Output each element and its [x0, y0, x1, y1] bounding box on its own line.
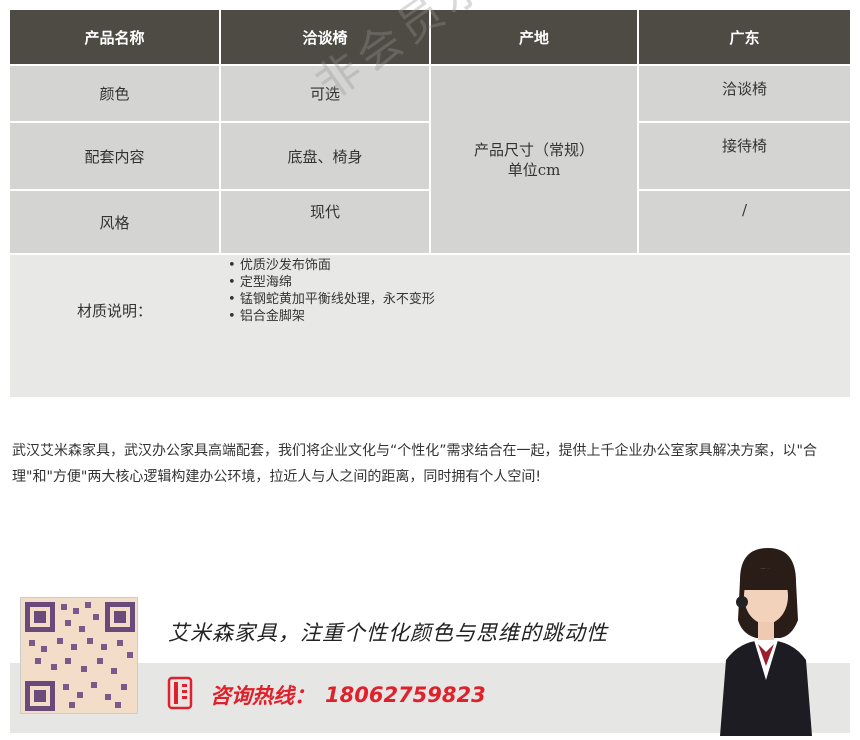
row-size-value-3: / [639, 191, 850, 253]
size-label-cell: 产品尺寸（常规） 单位cm [431, 66, 637, 253]
phone-icon [166, 676, 200, 714]
material-item: 优质沙发布饰面 [228, 257, 435, 274]
banner-slogan: 艾米森家具，注重个性化颜色与思维的跳动性 [168, 621, 608, 645]
hotline[interactable]: 咨询热线： 18062759823 [166, 676, 486, 714]
row-value-color: 可选 [221, 66, 429, 121]
material-item: 定型海绵 [228, 274, 435, 291]
material-list: 优质沙发布饰面 定型海绵 锰钢蛇黄加平衡线处理，永不变形 铝合金脚架 [228, 257, 435, 325]
header-product-name: 产品名称 [10, 10, 219, 64]
row-size-value-1: 洽谈椅 [639, 66, 850, 121]
material-item: 铝合金脚架 [228, 308, 435, 325]
row-label-contents: 配套内容 [10, 123, 219, 189]
row-value-style: 现代 [221, 191, 429, 253]
customer-service-agent-image [700, 540, 830, 736]
material-item: 锰钢蛇黄加平衡线处理，永不变形 [228, 291, 435, 308]
header-origin: 产地 [431, 10, 637, 64]
size-label-line2: 单位cm [507, 160, 561, 179]
row-size-value-2: 接待椅 [639, 123, 850, 189]
company-description: 武汉艾米森家具，武汉办公家具高端配套，我们将企业文化与“个性化”需求结合在一起，… [12, 443, 817, 485]
qr-code[interactable] [20, 597, 138, 714]
header-product-value: 洽谈椅 [221, 10, 429, 64]
row-label-color: 颜色 [10, 66, 219, 121]
qr-code-graphic [21, 598, 137, 713]
size-label-line1: 产品尺寸（常规） [473, 140, 594, 159]
row-value-contents: 底盘、椅身 [221, 123, 429, 189]
spec-table: 产品名称 洽谈椅 产地 广东 颜色 可选 洽谈椅 配套内容 底盘、椅身 接待椅 … [10, 10, 850, 397]
hotline-number[interactable]: 18062759823 [325, 683, 486, 707]
hotline-label: 咨询热线： [210, 684, 315, 708]
row-label-style: 风格 [10, 191, 219, 253]
header-origin-value: 广东 [639, 10, 850, 64]
material-label: 材质说明： [76, 301, 152, 320]
